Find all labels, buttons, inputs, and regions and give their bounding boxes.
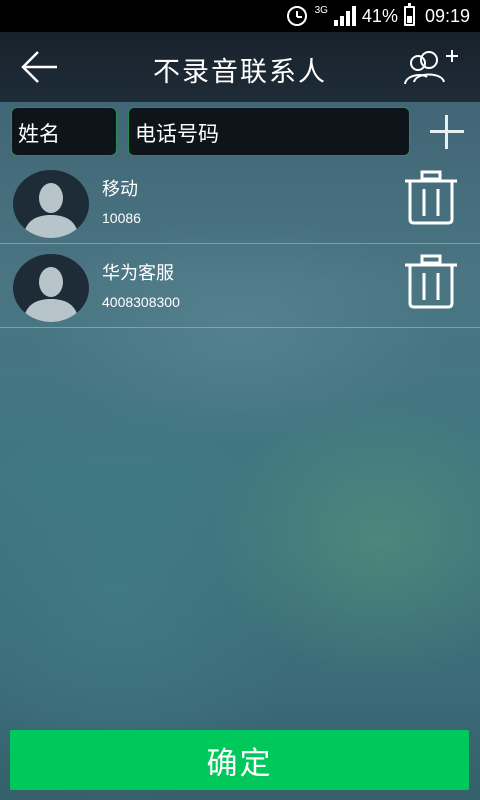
confirm-button[interactable]: 确定 — [10, 730, 469, 790]
status-time: 09:19 — [424, 5, 470, 26]
status-bar: 3G 41% 09:19 — [0, 0, 480, 32]
battery-icon — [403, 3, 415, 26]
network-type-label: 3G — [314, 4, 328, 16]
person-silhouette-icon — [23, 183, 79, 238]
trash-icon[interactable] — [403, 170, 459, 226]
contact-row[interactable]: 华为客服 4008308300 — [0, 245, 480, 328]
battery-percent: 41% — [361, 5, 398, 26]
alarm-clock-icon — [286, 6, 307, 26]
trash-icon[interactable] — [403, 254, 459, 310]
title-bar: 不录音联系人 — [0, 32, 480, 102]
add-contact-icon[interactable] — [402, 48, 458, 88]
battery-level-fill — [406, 16, 412, 23]
signal-icon — [333, 6, 356, 26]
contact-row[interactable]: 移动 10086 — [0, 161, 480, 244]
avatar — [13, 170, 89, 238]
phone-input[interactable]: 电话号码 — [128, 107, 410, 156]
contact-name: 华为客服 — [102, 263, 174, 284]
name-input[interactable]: 姓名 — [11, 107, 117, 156]
add-button[interactable] — [428, 113, 466, 151]
contact-phone: 4008308300 — [102, 294, 180, 310]
person-silhouette-icon — [23, 267, 79, 322]
avatar — [13, 254, 89, 322]
contact-phone: 10086 — [102, 210, 141, 226]
contact-name: 移动 — [102, 179, 138, 200]
